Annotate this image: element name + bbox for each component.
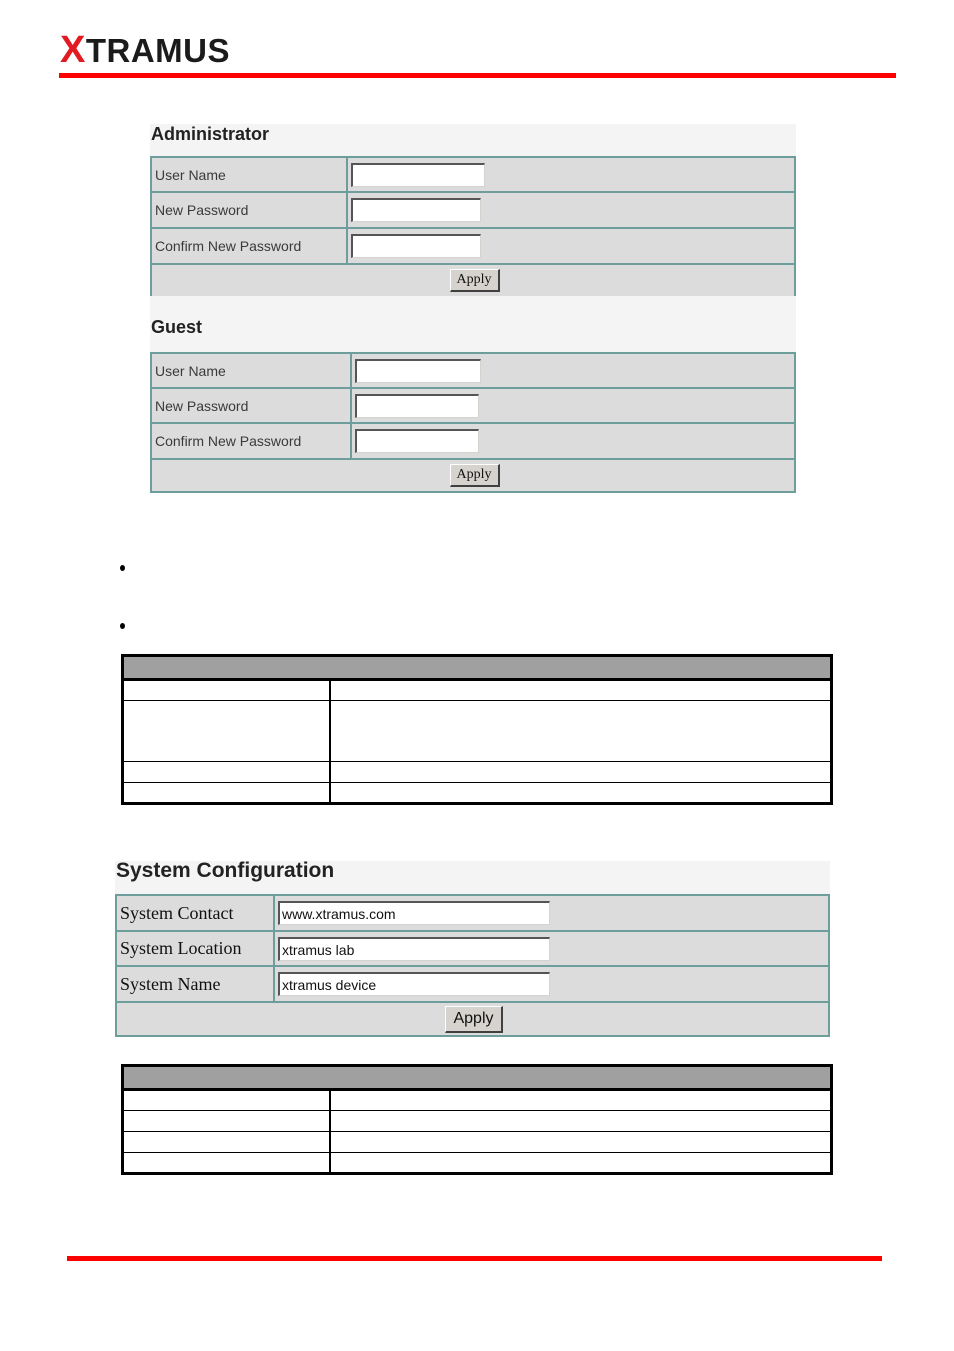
system-location-label: System Location bbox=[115, 930, 275, 967]
admin-username-label: User Name bbox=[150, 156, 348, 193]
system-contact-input[interactable]: www.xtramus.com bbox=[278, 901, 550, 925]
table-cell bbox=[121, 1131, 331, 1153]
table-row bbox=[121, 1110, 833, 1132]
system-configuration-form: System Contact www.xtramus.com System Lo… bbox=[115, 894, 830, 1037]
table-row bbox=[121, 700, 833, 762]
header-rule bbox=[59, 73, 896, 78]
system-name-input[interactable]: xtramus device bbox=[278, 972, 550, 996]
table-cell bbox=[121, 1089, 331, 1111]
table-cell bbox=[121, 700, 331, 762]
admin-new-password-label: New Password bbox=[150, 191, 348, 229]
guest-new-password-input[interactable] bbox=[355, 393, 479, 418]
table-cell bbox=[121, 782, 331, 804]
administrator-title: Administrator bbox=[151, 124, 270, 144]
bullet-point bbox=[120, 623, 125, 629]
table-cell bbox=[328, 782, 833, 804]
form-row: System Location xtramus lab bbox=[115, 930, 830, 967]
table-cell bbox=[121, 1152, 331, 1174]
administrator-form: User Name New Password Confirm New Passw… bbox=[150, 156, 796, 298]
admin-confirm-password-label: Confirm New Password bbox=[150, 227, 348, 265]
table-row bbox=[121, 761, 833, 783]
admin-apply-button[interactable]: Apply bbox=[449, 269, 500, 292]
guest-form: User Name New Password Confirm New Passw… bbox=[150, 352, 796, 493]
system-contact-label: System Contact bbox=[115, 894, 275, 932]
form-row: New Password bbox=[150, 191, 796, 229]
admin-confirm-password-input[interactable] bbox=[351, 234, 481, 258]
description-table-1 bbox=[121, 654, 833, 805]
form-row: User Name bbox=[150, 352, 796, 389]
form-row: Apply bbox=[150, 458, 796, 493]
logo-x: X bbox=[60, 29, 86, 71]
form-row: New Password bbox=[150, 387, 796, 424]
table-cell bbox=[328, 1131, 833, 1153]
bullet-point bbox=[120, 565, 125, 571]
table-cell bbox=[328, 1089, 833, 1111]
table-header bbox=[121, 1065, 833, 1091]
form-row: Apply bbox=[115, 1001, 830, 1037]
system-name-label: System Name bbox=[115, 965, 275, 1003]
table-header-row bbox=[121, 655, 833, 681]
table-cell bbox=[121, 761, 331, 783]
table-header bbox=[121, 655, 833, 681]
table-row bbox=[121, 1131, 833, 1153]
table-row bbox=[121, 679, 833, 701]
system-location-input[interactable]: xtramus lab bbox=[278, 936, 550, 961]
table-cell bbox=[328, 761, 833, 783]
form-row: Confirm New Password bbox=[150, 227, 796, 265]
system-apply-button[interactable]: Apply bbox=[445, 1005, 503, 1033]
form-row: Apply bbox=[150, 263, 796, 298]
admin-new-password-input[interactable] bbox=[351, 198, 481, 222]
guest-username-input[interactable] bbox=[355, 358, 481, 383]
guest-confirm-password-input[interactable] bbox=[355, 429, 479, 453]
table-cell bbox=[121, 1110, 331, 1132]
table-row bbox=[121, 1089, 833, 1111]
xtramus-logo: XTRAMUS bbox=[60, 30, 230, 71]
table-row bbox=[121, 782, 833, 804]
table-cell bbox=[328, 679, 833, 701]
logo-text: TRAMUS bbox=[85, 32, 231, 69]
table-cell bbox=[328, 700, 833, 762]
guest-confirm-password-label: Confirm New Password bbox=[150, 422, 352, 460]
table-cell bbox=[328, 1110, 833, 1132]
guest-new-password-label: New Password bbox=[150, 387, 352, 424]
table-header-row bbox=[121, 1065, 833, 1091]
description-table-2 bbox=[121, 1064, 833, 1175]
form-row: System Name xtramus device bbox=[115, 965, 830, 1003]
system-configuration-title: System Configuration bbox=[116, 859, 335, 882]
table-cell bbox=[328, 1152, 833, 1174]
table-row bbox=[121, 1152, 833, 1174]
admin-username-input[interactable] bbox=[351, 162, 485, 187]
footer-rule bbox=[67, 1256, 882, 1261]
guest-username-label: User Name bbox=[150, 352, 352, 389]
form-row: System Contact www.xtramus.com bbox=[115, 894, 830, 932]
table-cell bbox=[121, 679, 331, 701]
guest-title: Guest bbox=[151, 317, 203, 337]
form-row: User Name bbox=[150, 156, 796, 193]
form-row: Confirm New Password bbox=[150, 422, 796, 460]
guest-apply-button[interactable]: Apply bbox=[449, 464, 500, 487]
